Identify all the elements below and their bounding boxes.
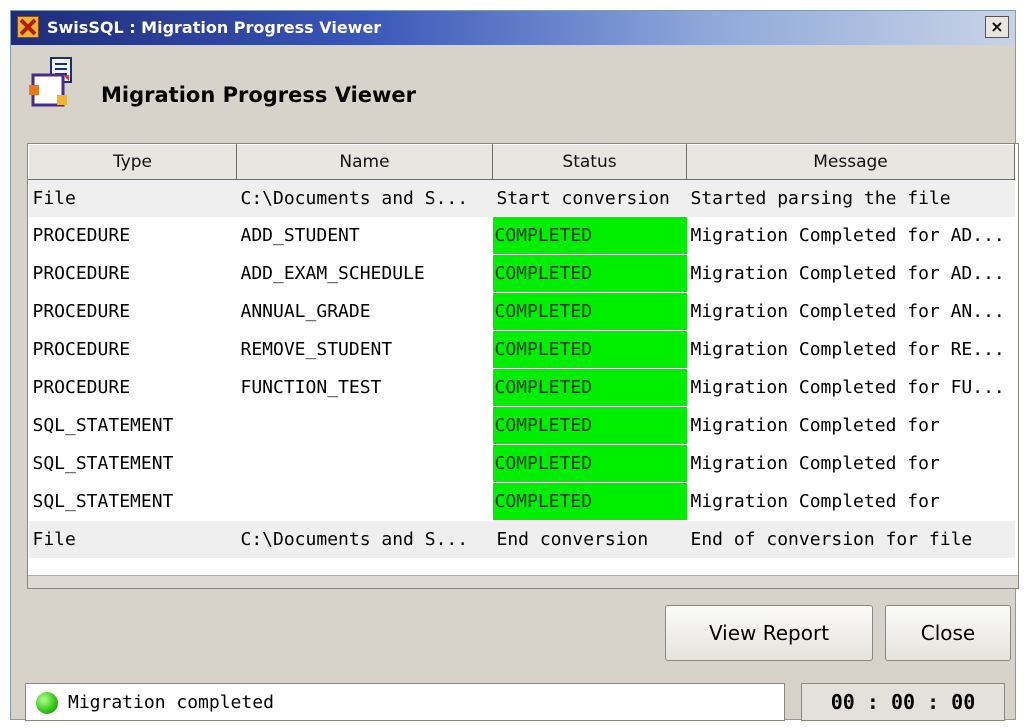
type-cell: SQL_STATEMENT <box>32 453 174 474</box>
page-title: Migration Progress Viewer <box>101 83 417 107</box>
table-header-row: Type Name Status Message <box>28 144 1015 180</box>
name-cell: FUNCTION_TEST <box>240 377 382 398</box>
message-cell: Migration Completed for AD... <box>690 225 1005 247</box>
status-cell-completed: COMPLETED <box>492 368 687 407</box>
message-cell: Migration Completed for FU... <box>690 377 1005 398</box>
name-cell: C:\Documents and S... <box>236 520 493 558</box>
type-cell: PROCEDURE <box>32 339 131 360</box>
table-row[interactable]: PROCEDURE ANNUAL_GRADE COMPLETED Migrati… <box>29 292 1015 331</box>
message-cell: End of conversion for file <box>686 520 1015 558</box>
status-cell-completed: COMPLETED <box>492 482 687 521</box>
table-row[interactable]: File C:\Documents and S... End conversio… <box>28 520 1015 558</box>
migration-grid: Type Name Status Message File C:\Documen… <box>28 144 1015 558</box>
table-row[interactable]: PROCEDURE ADD_STUDENT COMPLETED Migratio… <box>29 217 1015 255</box>
status-cell-completed: COMPLETED <box>492 292 687 331</box>
table-row[interactable]: PROCEDURE REMOVE_STUDENT COMPLETED Migra… <box>29 330 1015 369</box>
type-cell: File <box>28 520 237 558</box>
status-cell-completed: COMPLETED <box>492 444 687 483</box>
message-cell: Started parsing the file <box>686 179 1015 217</box>
migration-progress-window: SwisSQL : Migration Progress Viewer × Mi… <box>10 10 1019 721</box>
window-title: SwisSQL : Migration Progress Viewer <box>47 18 382 37</box>
close-icon[interactable]: × <box>985 16 1009 38</box>
table-row[interactable]: SQL_STATEMENT COMPLETED Migration Comple… <box>29 482 1015 521</box>
column-header-status[interactable]: Status <box>492 144 687 180</box>
type-cell: PROCEDURE <box>32 301 131 322</box>
type-cell: PROCEDURE <box>32 225 131 247</box>
migration-viewer-icon <box>25 55 81 111</box>
status-cell: End conversion <box>492 520 687 558</box>
migration-table: Type Name Status Message File C:\Documen… <box>27 143 1019 589</box>
name-cell <box>237 445 493 483</box>
name-cell <box>237 407 493 445</box>
type-cell: File <box>28 179 237 217</box>
status-cell-completed: COMPLETED <box>492 254 687 293</box>
status-text: Migration completed <box>68 692 274 713</box>
type-cell: SQL_STATEMENT <box>32 415 174 436</box>
message-cell: Migration Completed for AD... <box>690 263 1005 284</box>
table-row[interactable]: PROCEDURE FUNCTION_TEST COMPLETED Migrat… <box>29 368 1015 407</box>
type-cell: SQL_STATEMENT <box>32 491 174 512</box>
name-cell: ANNUAL_GRADE <box>240 301 371 322</box>
green-status-led-icon <box>36 692 58 714</box>
table-row[interactable]: SQL_STATEMENT COMPLETED Migration Comple… <box>29 406 1015 445</box>
status-bar: Migration completed <box>25 683 785 721</box>
horizontal-scrollbar[interactable] <box>28 575 1018 588</box>
name-cell: REMOVE_STUDENT <box>240 339 393 360</box>
status-cell-completed: COMPLETED <box>492 406 687 445</box>
column-header-type[interactable]: Type <box>28 144 237 180</box>
elapsed-timer: 00 : 00 : 00 <box>801 683 1005 721</box>
type-cell: PROCEDURE <box>32 377 131 398</box>
name-cell: ADD_STUDENT <box>240 225 360 247</box>
column-header-message[interactable]: Message <box>686 144 1015 180</box>
message-cell: Migration Completed for AN... <box>690 301 1005 322</box>
status-cell-completed: COMPLETED <box>492 217 687 255</box>
message-cell: Migration Completed for <box>690 415 940 436</box>
table-row[interactable]: File C:\Documents and S... Start convers… <box>28 179 1015 217</box>
title-bar[interactable]: SwisSQL : Migration Progress Viewer × <box>11 11 1015 45</box>
swissql-logo-icon <box>17 16 39 38</box>
name-cell <box>237 483 493 521</box>
view-report-button[interactable]: View Report <box>665 605 873 661</box>
message-cell: Migration Completed for RE... <box>690 339 1005 360</box>
name-cell: C:\Documents and S... <box>236 179 493 217</box>
column-header-name[interactable]: Name <box>236 144 493 180</box>
table-row[interactable]: SQL_STATEMENT COMPLETED Migration Comple… <box>29 444 1015 483</box>
message-cell: Migration Completed for <box>690 491 940 512</box>
close-button[interactable]: Close <box>885 605 1011 661</box>
status-cell: Start conversion <box>492 179 687 217</box>
message-cell: Migration Completed for <box>690 453 940 474</box>
status-cell-completed: COMPLETED <box>492 330 687 369</box>
name-cell: ADD_EXAM_SCHEDULE <box>240 263 425 284</box>
table-row[interactable]: PROCEDURE ADD_EXAM_SCHEDULE COMPLETED Mi… <box>29 254 1015 293</box>
type-cell: PROCEDURE <box>32 263 131 284</box>
